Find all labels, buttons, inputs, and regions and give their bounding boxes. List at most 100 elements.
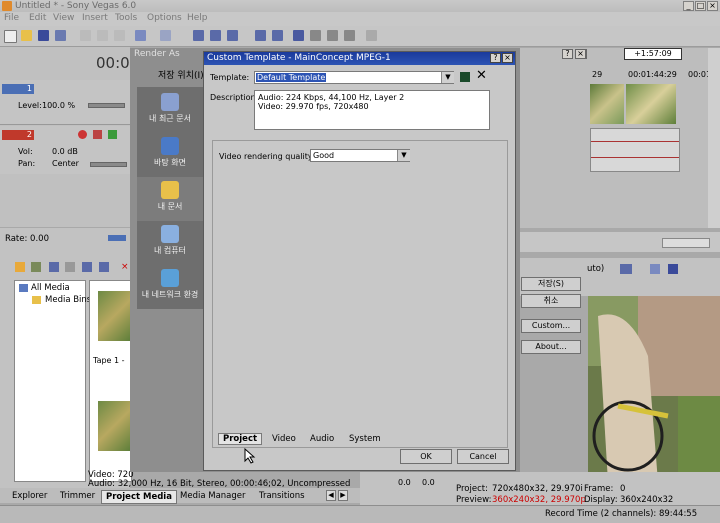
place-my-documents[interactable]: 내 문서 [137,177,203,221]
maximize-button[interactable]: □ [695,1,706,11]
close-button[interactable]: × [707,1,718,11]
zoom-tool-icon[interactable] [344,30,355,41]
redo-icon[interactable] [160,30,171,41]
mute-icon[interactable] [108,130,117,139]
cancel-button[interactable]: Cancel [457,449,509,464]
track-fx-icon[interactable] [93,130,102,139]
help-icon[interactable]: ? [490,53,501,63]
about-button[interactable]: About... [521,340,581,354]
properties-icon[interactable] [55,30,66,41]
remove-media-icon[interactable] [65,262,75,272]
chevron-down-icon[interactable]: ▼ [397,150,410,161]
tree-item-all-media[interactable]: All Media [19,283,70,293]
template-select[interactable]: Default Template ▼ [254,71,454,84]
envelope-tool-icon[interactable] [310,30,321,41]
timeline-vertical-scrollbar[interactable] [708,48,720,228]
menu-insert[interactable]: Insert [82,13,108,23]
place-label: 내 문서 [157,202,183,211]
menu-file[interactable]: File [4,13,19,23]
tab-trimmer[interactable]: Trimmer [56,490,99,502]
place-my-computer[interactable]: 내 컴퓨터 [137,221,203,265]
search-icon[interactable] [99,262,109,272]
cut-icon[interactable] [80,30,91,41]
undo-icon[interactable] [135,30,146,41]
copy-snapshot-icon[interactable] [650,264,660,274]
overlays-icon[interactable] [620,264,632,274]
ignore-grouping-icon[interactable] [272,30,283,41]
media-fx-icon[interactable] [82,262,92,272]
track-number: 1 [2,84,34,94]
tab-project-media[interactable]: Project Media [101,490,177,504]
autoripple-icon[interactable] [227,30,238,41]
menu-edit[interactable]: Edit [29,13,46,23]
render-as-help-button[interactable]: ? [562,49,573,59]
normal-edit-tool-icon[interactable] [293,30,304,41]
lock-envelopes-icon[interactable] [255,30,266,41]
tab-system[interactable]: System [345,434,385,444]
media-item-label: Tape 1 - [93,356,125,365]
chevron-down-icon[interactable]: ▼ [441,72,454,83]
render-icon[interactable] [193,30,204,41]
get-media-icon[interactable] [49,262,59,272]
save-button[interactable]: 저장(S) [521,277,581,291]
pan-slider[interactable] [90,162,127,167]
tab-scroll-left-icon[interactable]: ◀ [326,490,336,501]
new-icon[interactable] [4,30,17,43]
close-icon[interactable]: × [502,53,513,63]
place-recent-documents[interactable]: 내 최근 문서 [137,89,203,133]
menu-options[interactable]: Options [147,13,182,23]
delete-template-icon[interactable]: ✕ [476,69,487,82]
save-snapshot-icon[interactable] [668,264,678,274]
description-box[interactable]: Audio: 224 Kbps, 44,100 Hz, Layer 2 Vide… [254,90,490,130]
place-network[interactable]: 내 네트워크 환경 [137,265,203,309]
media-thumbnail[interactable] [98,401,130,451]
custom-template-dialog: Custom Template - MainConcept MPEG-1 ? ×… [203,51,516,471]
menu-view[interactable]: View [53,13,74,23]
paste-icon[interactable] [114,30,125,41]
tab-project[interactable]: Project [218,433,263,445]
import-media-icon[interactable] [15,262,25,272]
quality-select[interactable]: Good ▼ [310,149,410,162]
rate-panel: Rate: 0.00 [0,228,130,258]
place-label: 내 최근 문서 [149,114,191,123]
timeline-horizontal-scrollbar[interactable] [662,238,710,248]
ok-button[interactable]: OK [400,449,452,464]
tab-scroll-right-icon[interactable]: ▶ [338,490,348,501]
mixer-strip: 0.0 0.0 [360,472,448,505]
save-icon[interactable] [38,30,49,41]
place-desktop[interactable]: 바탕 화면 [137,133,203,177]
rate-slider[interactable] [108,235,126,241]
delete-icon[interactable]: × [121,262,129,272]
level-slider[interactable] [88,103,125,108]
snap-icon[interactable] [210,30,221,41]
description-line: Audio: 224 Kbps, 44,100 Hz, Layer 2 [258,93,405,102]
selection-tool-icon[interactable] [327,30,338,41]
tab-video[interactable]: Video [268,434,300,444]
tab-media-manager[interactable]: Media Manager [176,490,250,502]
media-thumbnail[interactable] [98,291,130,341]
record-arm-icon[interactable] [78,130,87,139]
menu-help[interactable]: Help [187,13,208,23]
video-event-thumbnail[interactable] [626,84,676,124]
help-pointer-icon[interactable] [366,30,377,41]
copy-icon[interactable] [97,30,108,41]
audio-track-header: 2 Vol: 0.0 dB Pan: Center [0,126,130,174]
tree-item-media-bins[interactable]: Media Bins [32,295,91,305]
video-event-thumbnail[interactable] [590,84,624,124]
capture-icon[interactable] [31,262,41,272]
tab-audio[interactable]: Audio [306,434,338,444]
save-template-icon[interactable] [460,72,470,82]
menu-tools[interactable]: Tools [115,13,137,23]
tab-transitions[interactable]: Transitions [255,490,309,502]
preview-quality-label[interactable]: uto) [587,264,604,274]
tab-explorer[interactable]: Explorer [8,490,51,502]
minimize-button[interactable]: _ [683,1,694,11]
audio-event[interactable] [590,128,680,172]
mouse-cursor-icon [244,448,256,464]
open-icon[interactable] [21,30,32,41]
cancel-render-button[interactable]: 취소 [521,294,581,308]
render-as-close-button[interactable]: × [575,49,586,59]
custom-button[interactable]: Custom... [521,319,581,333]
preview-label: Preview: [456,495,492,505]
network-places-icon [161,269,179,287]
